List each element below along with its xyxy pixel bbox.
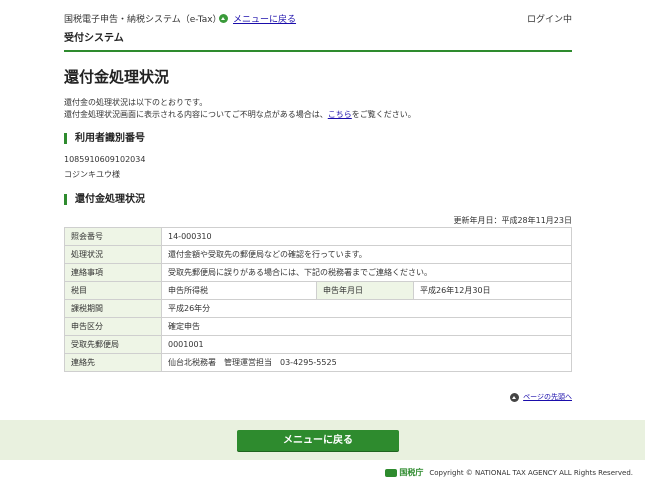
table-row: 連絡先 仙台北税務署 管理運営担当 03-4295-5525 [64, 353, 572, 372]
proc-value: 還付金額や受取先の郵便局などの確認を行っています。 [161, 245, 572, 264]
status-section-title: 還付金処理状況 [64, 194, 145, 205]
table-row: 照会番号 14-000310 [64, 227, 572, 246]
table-row: 申告区分 確定申告 [64, 317, 572, 336]
ref-value: 14-000310 [161, 227, 572, 246]
status-table: 照会番号 14-000310 処理状況 還付金額や受取先の郵便局などの確認を行っ… [64, 227, 572, 372]
user-id: 1085910609102034 [64, 155, 146, 164]
chevron-up-icon [219, 14, 228, 23]
table-row: 連絡事項 受取先郵便局に誤りがある場合には、下記の税務署までご連絡ください。 [64, 263, 572, 282]
post-label: 受取先郵便局 [64, 335, 162, 354]
period-value: 平成26年分 [161, 299, 572, 318]
help-link[interactable]: こちら [328, 110, 352, 119]
table-row: 課税期間 平成26年分 [64, 299, 572, 318]
type-label: 申告区分 [64, 317, 162, 336]
date-value: 平成26年12月30日 [413, 281, 572, 300]
copyright: 国税庁 Copyright © NATIONAL TAX AGENCY ALL … [385, 467, 633, 478]
sub-system-name: 受付システム [64, 33, 124, 44]
intro-text-before: 還付金処理状況画面に表示される内容についてご不明な点がある場合は、 [64, 110, 328, 119]
menu-link[interactable]: メニューに戻る [219, 12, 296, 25]
office-label: 連絡先 [64, 353, 162, 372]
page-top-link[interactable]: ページの先頭へ [510, 392, 572, 402]
login-status: ログイン中 [526, 15, 572, 25]
date-label: 申告年月日 [316, 281, 414, 300]
table-row: 受取先郵便局 0001001 [64, 335, 572, 354]
intro-line-1: 還付金の処理状況は以下のとおりです。 [64, 98, 208, 107]
copyright-text: Copyright © NATIONAL TAX AGENCY ALL Righ… [429, 468, 633, 477]
intro-line-2: 還付金処理状況画面に表示される内容についてご不明な点がある場合は、こちらをご覧く… [64, 109, 416, 120]
proc-label: 処理状況 [64, 245, 162, 264]
agency-logo-icon [385, 468, 398, 477]
contact-value: 受取先郵便局に誤りがある場合には、下記の税務署までご連絡ください。 [161, 263, 572, 282]
user-id-section-title: 利用者識別番号 [64, 133, 145, 144]
post-value: 0001001 [161, 335, 572, 354]
type-value: 確定申告 [161, 317, 572, 336]
tax-label: 税目 [64, 281, 162, 300]
header-divider [64, 50, 572, 52]
user-name: コジンキユウ様 [64, 170, 120, 179]
table-row: 処理状況 還付金額や受取先の郵便局などの確認を行っています。 [64, 245, 572, 264]
agency-logo: 国税庁 [385, 467, 423, 478]
header: 国税電子申告・納税システム（e-Tax） メニューに戻る ログイン中 受付システ… [64, 12, 572, 52]
updated-date: 更新年月日：平成28年11月23日 [453, 216, 572, 225]
agency-name: 国税庁 [399, 468, 424, 477]
period-label: 課税期間 [64, 299, 162, 318]
table-row: 税目 申告所得税 申告年月日 平成26年12月30日 [64, 281, 572, 300]
menu-button[interactable]: メニューに戻る [237, 430, 399, 451]
ref-label: 照会番号 [64, 227, 162, 246]
page-top-label[interactable]: ページの先頭へ [523, 392, 572, 402]
office-value: 仙台北税務署 管理運営担当 03-4295-5525 [161, 353, 572, 372]
tax-value: 申告所得税 [161, 281, 317, 300]
menu-link-label[interactable]: メニューに戻る [233, 12, 296, 25]
system-name: 国税電子申告・納税システム（e-Tax） [64, 15, 222, 25]
contact-label: 連絡事項 [64, 263, 162, 282]
page-title: 還付金処理状況 [64, 68, 170, 86]
chevron-up-icon [510, 392, 520, 402]
intro-text-after: をご覧ください。 [351, 110, 416, 119]
